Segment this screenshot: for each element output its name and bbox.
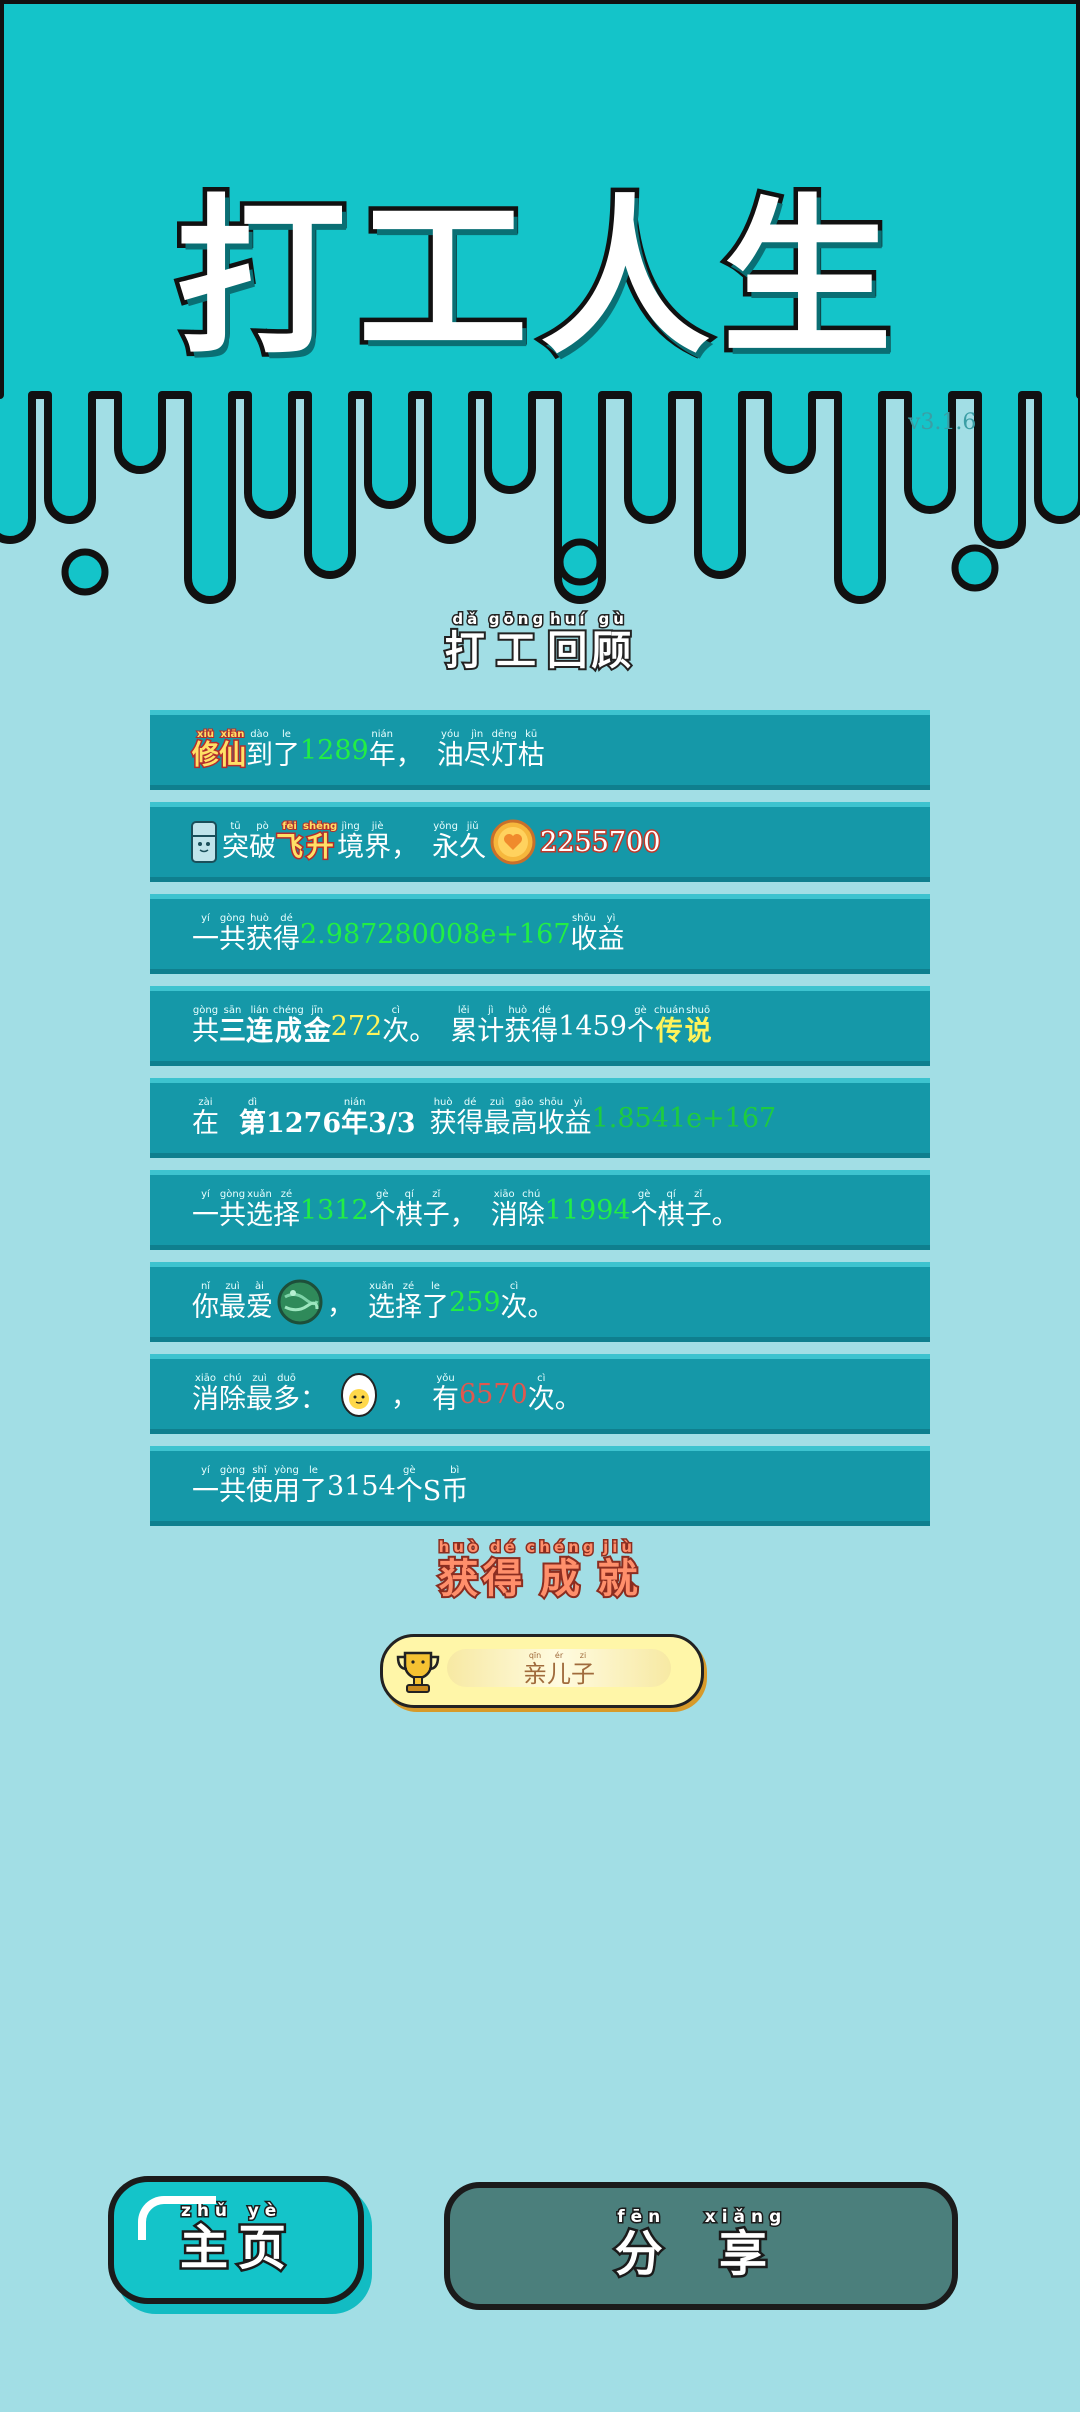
review-row-pieces: 一yí共gòng选xuǎn择zé 1312 个gè棋qí子zǐ， 消xiāo除c… — [150, 1170, 930, 1250]
review-section-title: 打dǎ工gōng回huí顾gù — [443, 609, 636, 677]
row-text: 年nián， — [368, 728, 423, 771]
row-text: 消xiāo除chú — [490, 1188, 545, 1231]
income-value: 2.987280008e+167 — [300, 918, 571, 950]
review-row-coins-used: 一yí共gòng使shǐ用yòng了le 3154 个gèS币bì — [150, 1446, 930, 1526]
best-income-value: 1.8541e+167 — [591, 1102, 777, 1134]
egg-icon — [341, 1373, 377, 1417]
button-gloss — [138, 2196, 216, 2240]
drip-dot — [556, 538, 604, 586]
row-text: 有yǒu — [432, 1372, 459, 1415]
row-text: 收shōu益yì — [570, 912, 625, 955]
drip-dot — [61, 548, 109, 596]
row-text: 境jìng界jiè， — [337, 820, 419, 863]
combo-count: 272 — [330, 1010, 383, 1042]
row-text: 个gè棋qí子zǐ。 — [630, 1188, 739, 1231]
fridge-icon — [191, 821, 217, 863]
most-cleared-times-value: 6570 — [459, 1378, 528, 1410]
row-text: 油yóu尽jìn灯dēng枯kū — [436, 728, 545, 771]
review-row-total-income: 一yí共gòng获huò得dé 2.987280008e+167 收shōu益y… — [150, 894, 930, 974]
coins-used-value: 3154 — [327, 1470, 396, 1502]
green-planet-icon — [277, 1279, 323, 1325]
share-button-label: 分fēn享xiǎng — [612, 2205, 788, 2284]
row-text: 一yí共gòng选xuǎn择zé — [192, 1188, 300, 1231]
row-text: 一yí共gòng使shǐ用yòng了le — [192, 1464, 327, 1507]
realm-tag: 飞fēi升shēng — [275, 820, 339, 865]
achievements-section-title: 获huò得dé成chéng就jiù — [436, 1537, 642, 1605]
row-text: 选xuǎn择zé了le — [368, 1280, 449, 1323]
review-row-best-income: 在zài 第dì1276年nián3/3 获huò得dé最zuì高gāo收shō… — [150, 1078, 930, 1158]
grade-label: 传chuán说shuō — [653, 1004, 712, 1047]
realm-tag: 修xiū仙xiān — [191, 728, 248, 773]
chosen-value: 1312 — [300, 1194, 369, 1226]
row-text: 次cì。 — [527, 1372, 582, 1415]
coin-value: 2255700 — [539, 825, 662, 859]
share-button[interactable]: 分fēn享xiǎng — [444, 2182, 958, 2310]
review-row-most-cleared: 消xiāo除chú最zuì多duō： ， 有yǒu 6570 次cì。 — [150, 1354, 930, 1434]
row-text: 次cì。 — [500, 1280, 555, 1323]
row-text: 到dào了le — [246, 728, 300, 771]
version-label: v3.1.6 — [908, 410, 977, 435]
date-label: 第dì1276年nián3/3 — [239, 1096, 416, 1139]
row-text: ， — [391, 1381, 418, 1413]
row-text: 你nǐ最zuì爱ài — [192, 1280, 273, 1323]
row-text: 突tū破pò — [222, 820, 276, 863]
row-text: 累lěi计jì获huò得dé — [450, 1004, 559, 1047]
home-button[interactable]: 主zhǔ页yè — [108, 2176, 364, 2304]
game-title: 打工人生 — [171, 176, 904, 383]
badge-label: 亲qīn儿ér子zi — [523, 1651, 595, 1688]
review-row-favorite: 你nǐ最zuì爱ài ， 选xuǎn择zé了le 259 次cì。 — [150, 1262, 930, 1342]
row-text: 个gèS币bì — [395, 1464, 469, 1507]
row-text: 次cì。 — [382, 1004, 437, 1047]
drip-dot — [951, 544, 999, 592]
row-text: 共gòng — [192, 1004, 219, 1047]
review-list: 修xiū仙xiān 到dào了le 1289 年nián， 油yóu尽jìn灯d… — [150, 710, 930, 1538]
row-text: 获huò得dé最zuì高gāo收shōu益yì — [429, 1096, 592, 1139]
row-text: 个gè棋qí子zǐ， — [368, 1188, 477, 1231]
review-row-lifespan: 修xiū仙xiān 到dào了le 1289 年nián， 油yóu尽jìn灯d… — [150, 710, 930, 790]
row-text: ， — [327, 1289, 354, 1321]
row-text: 消xiāo除chú最zuì多duō： — [192, 1372, 327, 1415]
cleared-value: 11994 — [544, 1194, 631, 1226]
row-text: 永yǒng久jiǔ — [432, 820, 487, 863]
years-value: 1289 — [300, 734, 369, 766]
row-text: 一yí共gòng获huò得dé — [192, 912, 300, 955]
favorite-times-value: 259 — [449, 1286, 501, 1318]
achievement-badge[interactable]: 亲qīn儿ér子zi — [380, 1634, 704, 1708]
row-text: 个gè — [626, 1004, 654, 1047]
coin-icon — [490, 819, 536, 865]
total-count: 1459 — [558, 1010, 627, 1042]
review-row-combo: 共gòng 三sān连lián成chéng金jīn 272 次cì。 累lěi计… — [150, 986, 930, 1066]
trophy-icon — [396, 1651, 440, 1693]
row-text: 在zài — [192, 1096, 219, 1139]
review-row-ascension: 突tū破pò 飞fēi升shēng 境jìng界jiè， 永yǒng久jiǔ 2… — [150, 802, 930, 882]
combo-label: 三sān连lián成chéng金jīn — [219, 1004, 331, 1047]
